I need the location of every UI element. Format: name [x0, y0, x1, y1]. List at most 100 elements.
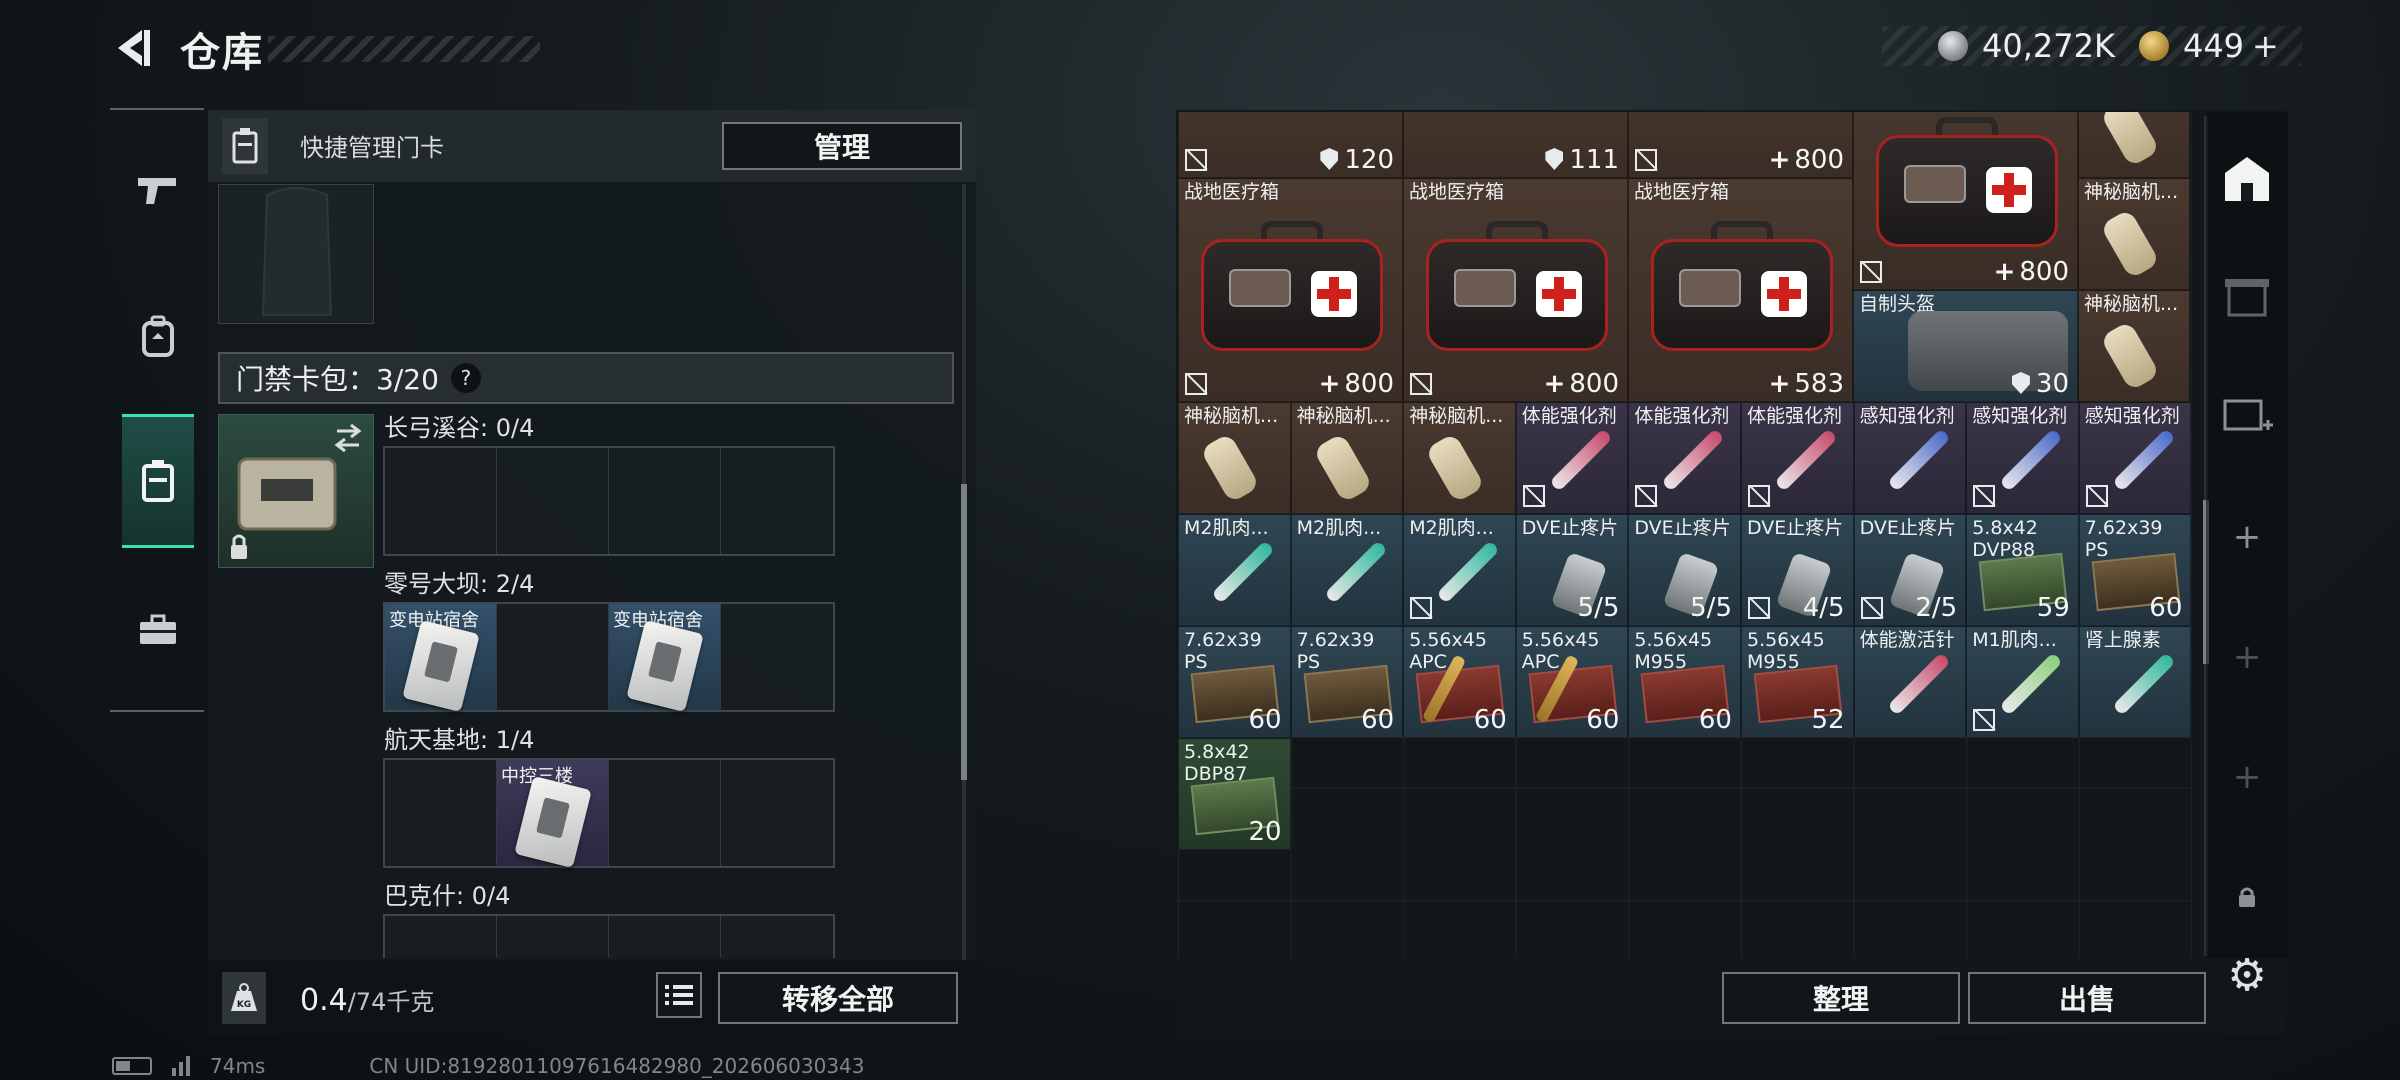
item-count: 60: [1698, 705, 1732, 735]
syringe-image: [1323, 540, 1388, 604]
keycard-slot[interactable]: [721, 448, 833, 554]
item-name: 体能强化剂: [1634, 405, 1730, 427]
storage-item[interactable]: 7.62x39 PS 60: [2078, 514, 2192, 626]
storage-item[interactable]: 感知强化剂: [2078, 402, 2192, 514]
storage-item[interactable]: 战地医疗箱 +800: [1403, 178, 1628, 402]
sell-button[interactable]: 出售: [1968, 972, 2206, 1024]
storage-item[interactable]: 5.56x45 M955 52: [1741, 626, 1854, 738]
backpack-slot[interactable]: [218, 184, 374, 324]
unlinked-icon: [1185, 149, 1207, 171]
left-scrollbar-thumb[interactable]: [961, 484, 967, 780]
storage-item[interactable]: M1肌肉...: [1966, 626, 2079, 738]
medkit-image: [1201, 221, 1383, 351]
storage-item[interactable]: 感知强化剂: [1853, 402, 1967, 514]
keycard-slot[interactable]: [721, 604, 833, 710]
keycard-slot[interactable]: [609, 760, 721, 866]
storage-item[interactable]: M2肌肉...: [1290, 514, 1404, 626]
storage-item[interactable]: 体能强化剂: [1741, 402, 1854, 514]
storage-item[interactable]: DVE止疼片 5/5: [1628, 514, 1741, 626]
settings-button[interactable]: ⚙: [2222, 950, 2272, 1001]
weight-icon: KG: [222, 972, 266, 1024]
storage-item[interactable]: DVE止疼片 2/5: [1853, 514, 1967, 626]
list-view-button[interactable]: [656, 972, 702, 1018]
storage-item[interactable]: 5.56x45 M955 60: [1628, 626, 1741, 738]
keycard-slot[interactable]: [385, 760, 497, 866]
storage-item[interactable]: 神秘脑机...: [2078, 178, 2190, 290]
unlinked-icon: [1860, 597, 1883, 619]
item-count: 5/5: [1577, 593, 1620, 623]
storage-item[interactable]: 战地医疗箱 +583: [1628, 178, 1853, 402]
keycard-slot[interactable]: [609, 448, 721, 554]
storage-item[interactable]: [2078, 112, 2190, 178]
storage-item[interactable]: 感知强化剂: [1966, 402, 2079, 514]
storage-item[interactable]: 7.62x39 PS 60: [1290, 626, 1404, 738]
storage-item[interactable]: 神秘脑机...: [1403, 402, 1516, 514]
storage-item[interactable]: 自制头盔 30: [1853, 290, 2078, 402]
keycard-slot[interactable]: [721, 760, 833, 866]
region-slots-dam: 变电站宿舍 变电站宿舍: [383, 602, 835, 713]
keycard-slot[interactable]: [497, 604, 609, 710]
keycard-slot[interactable]: [385, 448, 497, 554]
keycard-item[interactable]: 中控三楼: [497, 760, 609, 869]
tab-main-storage[interactable]: [2206, 144, 2288, 214]
keycard-slot[interactable]: [609, 916, 721, 958]
keycard-slot[interactable]: [385, 916, 497, 958]
storage-item[interactable]: DVE止疼片 5/5: [1515, 514, 1629, 626]
storage-item[interactable]: 神秘脑机...: [2078, 290, 2190, 402]
unlinked-icon: [1635, 149, 1657, 171]
storage-item[interactable]: 5.8x42 DBP87 20: [1178, 738, 1291, 850]
help-icon[interactable]: ?: [450, 363, 481, 393]
nav-keycards[interactable]: [122, 414, 194, 548]
storage-item[interactable]: DVE止疼片 4/5: [1741, 514, 1854, 626]
syringe-image: [1774, 428, 1838, 492]
item-count: +800: [1768, 145, 1844, 175]
storage-item[interactable]: M2肌肉...: [1178, 514, 1291, 626]
keycard-item[interactable]: 变电站宿舍: [385, 604, 497, 713]
tab-add-storage[interactable]: [2206, 382, 2288, 452]
sort-button[interactable]: 整理: [1722, 972, 1960, 1024]
nav-weapons[interactable]: [122, 142, 194, 238]
storage-item[interactable]: 体能强化剂: [1628, 402, 1741, 514]
storage-item[interactable]: 5.56x45 APC 60: [1515, 626, 1629, 738]
storage-item[interactable]: 神秘脑机...: [1290, 402, 1404, 514]
storage-item[interactable]: 120: [1178, 112, 1403, 178]
storage-item[interactable]: 战地医疗箱 +800: [1178, 178, 1403, 402]
weight-max: /74千克: [347, 988, 435, 1016]
nav-backpack[interactable]: [122, 288, 194, 384]
keycard-slot[interactable]: [497, 916, 609, 958]
weight-display: 0.4/74千克: [300, 982, 434, 1018]
add-slot-button[interactable]: +: [2206, 622, 2288, 692]
manage-button[interactable]: 管理: [722, 122, 962, 170]
unlinked-icon: [1860, 261, 1882, 283]
storage-item[interactable]: +800: [1853, 112, 2078, 290]
storage-item[interactable]: M2肌肉...: [1403, 514, 1516, 626]
plus-icon: +: [2232, 757, 2262, 797]
storage-item[interactable]: 5.56x45 APC 60: [1403, 626, 1516, 738]
back-icon[interactable]: [112, 26, 154, 70]
keycard-item[interactable]: 变电站宿舍: [609, 604, 721, 713]
item-name: 体能强化剂: [1747, 405, 1843, 427]
keycard-slot[interactable]: [497, 448, 609, 554]
tab-storage-box[interactable]: [2206, 262, 2288, 332]
storage-item[interactable]: +800: [1628, 112, 1853, 178]
add-slot-button[interactable]: +: [2206, 502, 2288, 572]
item-count: 60: [1248, 705, 1282, 735]
cardbag-capacity: 门禁卡包：3/20 ?: [218, 352, 954, 404]
storage-item[interactable]: 体能强化剂: [1515, 402, 1629, 514]
storage-item[interactable]: 肾上腺素: [2078, 626, 2192, 738]
keycard-slot[interactable]: [721, 916, 833, 958]
status-line: 74ms CN UID:8192801109761648298​0_202606…: [112, 1054, 865, 1078]
item-count: 60: [1473, 705, 1507, 735]
item-name: M2肌肉...: [1184, 517, 1269, 539]
storage-item[interactable]: 111: [1403, 112, 1628, 178]
storage-item[interactable]: 7.62x39 PS 60: [1178, 626, 1291, 738]
keycard-holder[interactable]: [218, 414, 374, 568]
storage-item[interactable]: 体能激活针: [1853, 626, 1967, 738]
add-slot-button[interactable]: +: [2206, 742, 2288, 812]
transfer-all-button[interactable]: 转移全部: [718, 972, 958, 1024]
lock-toggle[interactable]: [2206, 862, 2288, 932]
storage-item[interactable]: 5.8x42 DVP88 59: [1966, 514, 2079, 626]
nav-toolbox[interactable]: [122, 582, 194, 678]
add-currency-button[interactable]: +: [2252, 27, 2279, 65]
storage-item[interactable]: 神秘脑机...: [1178, 402, 1291, 514]
